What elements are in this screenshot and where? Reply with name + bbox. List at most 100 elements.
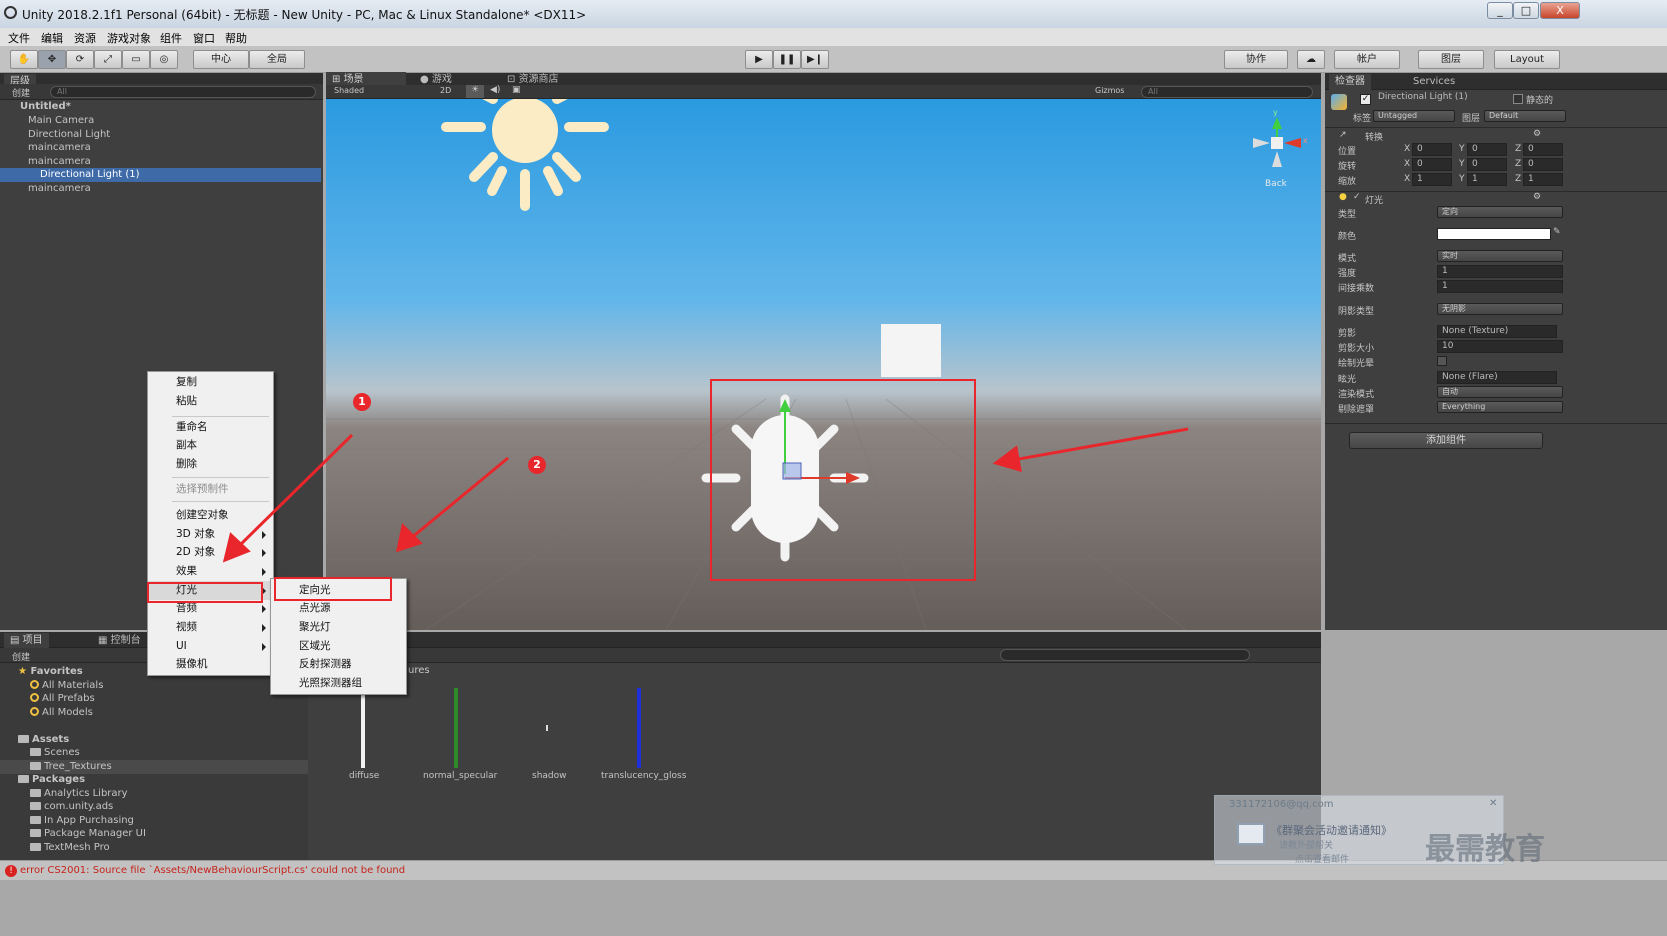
transform-gear-icon[interactable]: ⚙: [1533, 129, 1541, 139]
notification-close-icon[interactable]: ✕: [1489, 798, 1497, 809]
texture-thumb-diffuse[interactable]: [361, 688, 365, 768]
play-icon[interactable]: ▶: [745, 50, 773, 69]
submenu-item-light-probe-group[interactable]: 光照探测器组: [271, 674, 406, 693]
pause-icon[interactable]: ❚❚: [773, 50, 801, 69]
asset-folder[interactable]: Scenes: [30, 746, 80, 760]
menu-edit[interactable]: 编辑: [41, 30, 63, 46]
object-name-field[interactable]: Directional Light (1): [1374, 92, 1504, 105]
hierarchy-item-maincamera[interactable]: maincamera: [0, 141, 321, 155]
menu-item-ui[interactable]: UI: [148, 637, 273, 656]
hierarchy-create-button[interactable]: 创建: [12, 86, 30, 99]
project-create-button[interactable]: 创建: [12, 650, 30, 663]
maximize-button[interactable]: □: [1513, 2, 1539, 19]
static-checkbox[interactable]: [1513, 94, 1523, 104]
orientation-gizmo[interactable]: [1253, 117, 1301, 167]
scale-y-field[interactable]: 1: [1467, 173, 1507, 186]
menu-item-duplicate[interactable]: 副本: [148, 436, 273, 455]
light-culling-dropdown[interactable]: Everything: [1437, 401, 1563, 413]
scale-tool-icon[interactable]: ⤢: [94, 50, 122, 69]
favorite-item[interactable]: All Models: [30, 706, 93, 720]
hierarchy-item-maincamera-parent[interactable]: maincamera: [0, 155, 321, 169]
menu-item-effects[interactable]: 效果: [148, 562, 273, 581]
tab-project[interactable]: ▤ 项目: [4, 633, 49, 649]
menu-file[interactable]: 文件: [8, 30, 30, 46]
account-dropdown[interactable]: 帐户: [1334, 50, 1400, 69]
menu-assets[interactable]: 资源: [74, 30, 96, 46]
light-render-mode-dropdown[interactable]: 自动: [1437, 386, 1563, 398]
pivot-toggle[interactable]: 中心: [193, 50, 249, 69]
layout-dropdown[interactable]: Layout: [1494, 50, 1560, 69]
eyedropper-icon[interactable]: ✎: [1553, 227, 1561, 237]
position-y-field[interactable]: 0: [1467, 143, 1507, 156]
light-cookie-field[interactable]: None (Texture): [1437, 325, 1557, 338]
cube-object[interactable]: [881, 324, 941, 377]
status-error-text[interactable]: error CS2001: Source file `Assets/NewBeh…: [20, 865, 405, 876]
menu-help[interactable]: 帮助: [225, 30, 247, 46]
collab-dropdown[interactable]: 协作: [1224, 50, 1288, 69]
menu-item-video[interactable]: 视频: [148, 618, 273, 637]
favorite-item[interactable]: All Materials: [30, 679, 103, 693]
light-color-swatch[interactable]: [1437, 228, 1551, 240]
menu-component[interactable]: 组件: [160, 30, 182, 46]
scene-root-row[interactable]: Untitled*: [0, 100, 321, 114]
light-indirect-field[interactable]: 1: [1437, 280, 1563, 293]
hierarchy-search-input[interactable]: All: [50, 86, 316, 98]
submenu-item-area-light[interactable]: 区域光: [271, 637, 406, 656]
move-tool-icon[interactable]: ✥: [38, 50, 66, 69]
scale-z-field[interactable]: 1: [1523, 173, 1563, 186]
close-button[interactable]: X: [1540, 2, 1580, 19]
light-enabled-check[interactable]: ✓: [1353, 192, 1361, 202]
active-checkbox[interactable]: ✓: [1360, 94, 1371, 105]
package-folder[interactable]: Package Manager UI: [30, 827, 146, 841]
package-folder[interactable]: In App Purchasing: [30, 814, 134, 828]
hierarchy-item-directional-light-1[interactable]: Directional Light (1): [0, 168, 321, 182]
position-z-field[interactable]: 0: [1523, 143, 1563, 156]
rotate-tool-icon[interactable]: ⟳: [66, 50, 94, 69]
menu-item-create-empty[interactable]: 创建空对象: [148, 506, 273, 525]
light-mode-dropdown[interactable]: 实时: [1437, 250, 1563, 262]
minimize-button[interactable]: _: [1487, 2, 1513, 19]
audio-toggle-icon[interactable]: ◀): [490, 85, 500, 95]
2d-toggle[interactable]: 2D: [440, 86, 451, 95]
tag-dropdown[interactable]: Untagged: [1373, 110, 1455, 122]
menu-item-paste[interactable]: 粘贴: [148, 392, 273, 411]
menu-item-3d-object[interactable]: 3D 对象: [148, 525, 273, 544]
tab-services[interactable]: Services: [1407, 74, 1461, 90]
assets-header[interactable]: Assets: [18, 733, 69, 747]
favorites-header[interactable]: ★ Favorites: [18, 665, 83, 679]
shading-dropdown[interactable]: Shaded: [334, 86, 364, 95]
menu-item-2d-object[interactable]: 2D 对象: [148, 543, 273, 562]
texture-thumb-translucency[interactable]: [637, 688, 641, 768]
submenu-item-point-light[interactable]: 点光源: [271, 599, 406, 618]
menu-item-rename[interactable]: 重命名: [148, 418, 273, 437]
submenu-item-spotlight[interactable]: 聚光灯: [271, 618, 406, 637]
light-cookie-size-field[interactable]: 10: [1437, 340, 1563, 353]
menu-item-delete[interactable]: 删除: [148, 455, 273, 474]
light-halo-checkbox[interactable]: [1437, 356, 1447, 366]
tab-inspector[interactable]: 检查器: [1329, 74, 1371, 90]
menu-item-camera[interactable]: 摄像机: [148, 655, 273, 674]
hand-tool-icon[interactable]: ✋: [10, 50, 38, 69]
layers-dropdown[interactable]: 图层: [1418, 50, 1484, 69]
asset-folder-selected[interactable]: Tree_Textures: [0, 760, 308, 774]
packages-header[interactable]: Packages: [18, 773, 85, 787]
hierarchy-item-main-camera[interactable]: Main Camera: [0, 114, 321, 128]
light-flare-field[interactable]: None (Flare): [1437, 371, 1557, 384]
rotation-x-field[interactable]: 0: [1412, 158, 1452, 171]
gizmos-dropdown[interactable]: Gizmos: [1095, 86, 1124, 95]
hierarchy-item-maincamera-2[interactable]: maincamera: [0, 182, 321, 196]
add-component-button[interactable]: 添加组件: [1349, 432, 1543, 449]
favorite-item[interactable]: All Prefabs: [30, 692, 95, 706]
gizmo-back-label[interactable]: Back: [1265, 179, 1287, 189]
rotation-y-field[interactable]: 0: [1467, 158, 1507, 171]
package-folder[interactable]: com.unity.ads: [30, 800, 113, 814]
texture-thumb-normal[interactable]: [454, 688, 458, 768]
position-x-field[interactable]: 0: [1412, 143, 1452, 156]
scale-x-field[interactable]: 1: [1412, 173, 1452, 186]
light-gear-icon[interactable]: ⚙: [1533, 192, 1541, 202]
light-type-dropdown[interactable]: 定向: [1437, 206, 1563, 218]
texture-thumb-shadow[interactable]: [546, 725, 548, 731]
submenu-item-reflection-probe[interactable]: 反射探测器: [271, 655, 406, 674]
rect-tool-icon[interactable]: ▭: [122, 50, 150, 69]
lighting-toggle-icon[interactable]: ☀: [466, 85, 484, 98]
